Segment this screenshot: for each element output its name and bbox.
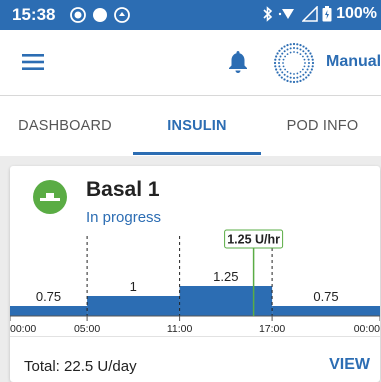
- status-system-icons: 100%: [262, 5, 377, 23]
- chart-tick-label: 05:00: [74, 323, 100, 335]
- basal-segment-bar: [179, 286, 273, 316]
- basal-segment-label: 1.25: [213, 269, 238, 284]
- at-sign-icon: [114, 7, 130, 28]
- tab-bar: DASHBOARD INSULIN POD INFO: [0, 96, 381, 156]
- tab-pod-info[interactable]: POD INFO: [264, 96, 381, 156]
- battery-icon: [322, 6, 332, 22]
- basal-segment-bar: [10, 306, 88, 316]
- circle-icon: [92, 7, 108, 28]
- status-time: 15:38: [12, 5, 56, 24]
- basal-segment-label: 0.75: [36, 289, 61, 304]
- chart-tick-label: 11:00: [167, 323, 193, 335]
- bluetooth-icon: [262, 6, 274, 22]
- menu-icon[interactable]: [22, 52, 44, 72]
- basal-segment-label: 1: [130, 279, 137, 294]
- app-bar: Manual: [0, 30, 381, 96]
- card-divider: [10, 336, 380, 337]
- basal-program-status: In progress: [86, 209, 162, 226]
- notification-dot-icon: [70, 7, 86, 28]
- basal-program-title: Basal 1: [86, 178, 160, 201]
- basal-rate-chart: 0.75 1 1.25 0.75 00:00 05:00 11:00 17:00 00:00 1.…: [10, 229, 380, 335]
- basal-segment-bar: [272, 306, 380, 316]
- active-tab-indicator: [133, 152, 261, 155]
- basal-program-icon: [33, 180, 67, 214]
- tab-insulin[interactable]: INSULIN: [133, 96, 261, 156]
- chart-tick-label: 00:00: [354, 323, 380, 335]
- status-notification-icons: [70, 7, 130, 28]
- basal-program-card: Basal 1 In progress 0.75 1 1.25 0.75 00:00 05…: [10, 166, 380, 382]
- pod-icon[interactable]: [272, 41, 316, 85]
- bell-icon[interactable]: [228, 50, 248, 74]
- chart-tick-label: 00:00: [10, 323, 36, 335]
- battery-percent: 100%: [336, 5, 377, 22]
- chart-tick-label: 17:00: [259, 323, 285, 335]
- view-basal-button[interactable]: VIEW: [329, 356, 370, 374]
- mode-label[interactable]: Manual: [326, 53, 381, 71]
- signal-icon: [302, 6, 318, 22]
- basal-segment-bar: [87, 296, 180, 316]
- basal-segment-label: 0.75: [313, 289, 338, 304]
- tab-dashboard[interactable]: DASHBOARD: [0, 96, 130, 156]
- current-rate-label: 1.25 U/hr: [227, 233, 280, 247]
- wifi-icon: [278, 6, 298, 22]
- status-bar: 15:38 100%: [0, 0, 381, 30]
- basal-total-daily: Total: 22.5 U/day: [24, 358, 137, 375]
